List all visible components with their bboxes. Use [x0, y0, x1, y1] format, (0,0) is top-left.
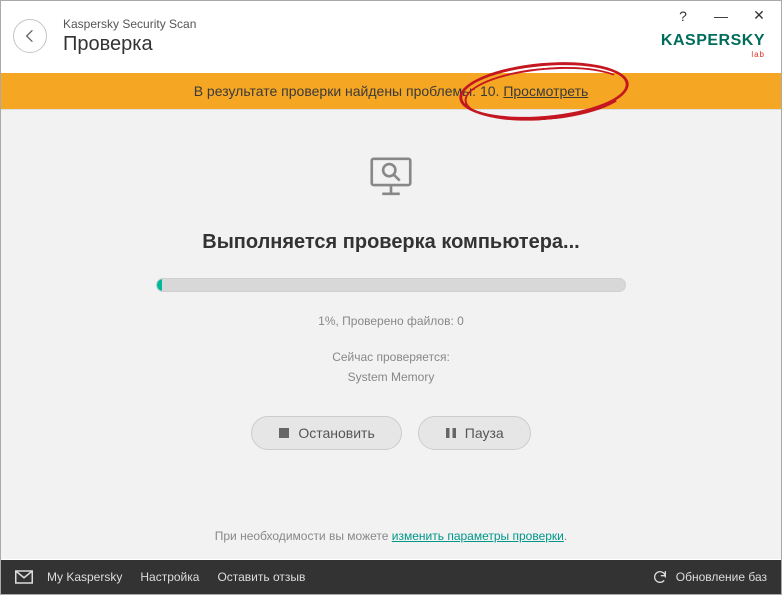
logo-text: KASPERSKY — [661, 32, 765, 50]
page-title: Проверка — [63, 33, 661, 56]
now-scanning-item: System Memory — [348, 370, 435, 384]
logo-subtext: lab — [661, 50, 765, 59]
footer-settings[interactable]: Настройка — [140, 570, 199, 584]
scan-title: Выполняется проверка компьютера... — [202, 231, 579, 254]
pause-button[interactable]: Пауза — [418, 416, 531, 450]
minimize-button[interactable]: — — [711, 8, 731, 24]
alert-bar: В результате проверки найдены проблемы: … — [1, 73, 781, 109]
title-block: Kaspersky Security Scan Проверка — [63, 17, 661, 56]
help-button[interactable]: ? — [673, 8, 693, 24]
hint-suffix: . — [564, 529, 567, 543]
app-name: Kaspersky Security Scan — [63, 17, 661, 31]
hint-prefix: При необходимости вы можете — [215, 529, 392, 543]
stop-icon — [278, 427, 290, 439]
header: Kaspersky Security Scan Проверка KASPERS… — [1, 1, 781, 73]
footer-update-label: Обновление баз — [676, 570, 767, 584]
pause-label: Пауза — [465, 425, 504, 441]
scan-stats: 1%, Проверено файлов: 0 — [318, 314, 464, 328]
arrow-left-icon — [22, 28, 38, 44]
footer-my-kaspersky[interactable]: My Kaspersky — [47, 570, 122, 584]
refresh-icon — [652, 569, 668, 585]
kaspersky-logo: KASPERSKY lab — [661, 32, 765, 59]
footer-bar: My Kaspersky Настройка Оставить отзыв Об… — [1, 560, 781, 594]
now-scanning-label: Сейчас проверяется: — [332, 350, 450, 364]
footer-update[interactable]: Обновление баз — [652, 569, 767, 585]
stop-label: Остановить — [298, 425, 374, 441]
close-button[interactable]: ✕ — [749, 7, 769, 24]
content-area: Выполняется проверка компьютера... 1%, П… — [1, 109, 781, 559]
window-controls: ? — ✕ — [673, 7, 769, 24]
button-row: Остановить Пауза — [251, 416, 530, 450]
alert-text: В результате проверки найдены проблемы: — [194, 83, 480, 99]
stop-button[interactable]: Остановить — [251, 416, 401, 450]
alert-count: 10 — [480, 83, 496, 99]
progress-fill — [157, 279, 162, 291]
alert-view-link[interactable]: Просмотреть — [503, 83, 588, 99]
pause-icon — [445, 427, 457, 439]
change-settings-link[interactable]: изменить параметры проверки — [392, 529, 564, 543]
progress-bar — [156, 278, 626, 292]
mail-icon[interactable] — [15, 570, 33, 584]
back-button[interactable] — [13, 19, 47, 53]
monitor-scan-icon — [363, 150, 419, 211]
hint-line: При необходимости вы можете изменить пар… — [215, 529, 567, 543]
footer-feedback[interactable]: Оставить отзыв — [217, 570, 305, 584]
